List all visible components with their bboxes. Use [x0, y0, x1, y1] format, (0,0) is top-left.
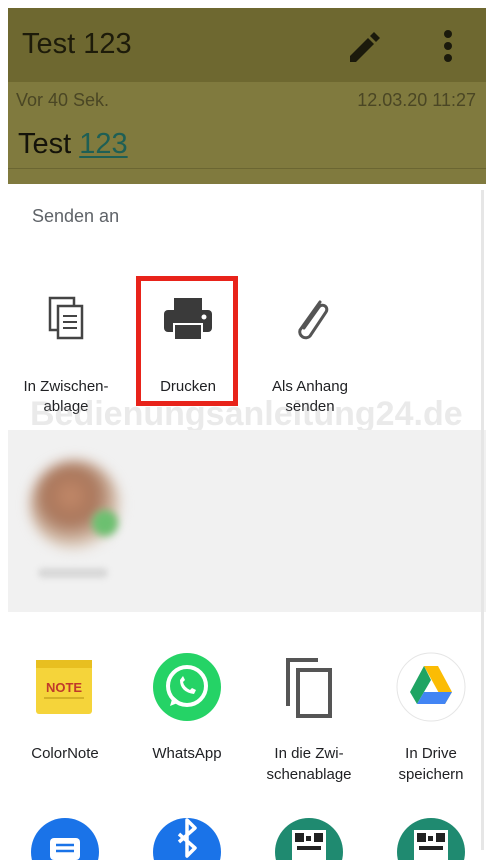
app-label: In Drive speichern [398, 745, 464, 783]
copy-icon [286, 658, 332, 718]
watermark: Bedienungsanleitung24.de [30, 395, 463, 433]
note-relative-time: Vor 40 Sek. [16, 90, 110, 110]
google-drive-icon [396, 652, 466, 722]
avatar[interactable] [30, 460, 120, 550]
copy-document-icon [48, 296, 84, 340]
note-timestamp: 12.03.20 11:27 [357, 90, 476, 110]
qr-code-icon[interactable] [396, 814, 466, 860]
app-whatsapp[interactable]: WhatsApp [128, 652, 246, 764]
qr-code-icon[interactable] [274, 814, 344, 860]
app-google-drive[interactable]: In Drive speichern [372, 652, 486, 785]
background-note: Test 123 Vor 40 Sek. 12.03.20 11:27 Test… [8, 8, 486, 184]
direct-share-row [8, 430, 486, 612]
messages-icon[interactable] [30, 814, 100, 860]
note-divider [8, 168, 486, 169]
more-options-icon[interactable] [436, 26, 460, 66]
app-copy-clipboard[interactable]: In die Zwi- schenablage [250, 652, 368, 785]
print-highlight-frame [136, 276, 238, 406]
contact-name-blurred [38, 568, 108, 578]
whatsapp-badge-icon [92, 510, 118, 536]
note-body-link[interactable]: 123 [79, 128, 127, 160]
colornote-icon: NOTE [36, 660, 92, 714]
bluetooth-icon[interactable] [152, 814, 222, 860]
note-body: Test 123 [18, 128, 128, 161]
whatsapp-icon [153, 653, 221, 721]
app-label: In die Zwi- schenablage [266, 745, 352, 783]
app-label: ColorNote [31, 745, 99, 762]
scrollbar[interactable] [481, 190, 484, 850]
app-label: WhatsApp [152, 745, 222, 762]
paperclip-icon [298, 300, 329, 340]
note-body-text: Test [18, 128, 80, 160]
note-title: Test 123 [22, 28, 132, 60]
share-sheet-header: Senden an [32, 206, 120, 226]
svg-text:NOTE: NOTE [46, 680, 82, 695]
pencil-icon[interactable] [344, 26, 384, 66]
app-colornote[interactable]: NOTE ColorNote [6, 652, 124, 764]
